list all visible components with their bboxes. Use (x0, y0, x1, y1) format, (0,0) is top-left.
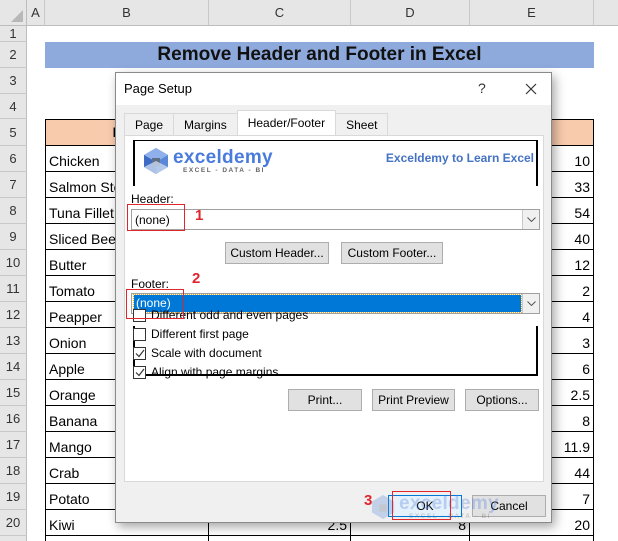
row-header-9[interactable]: 9 (0, 224, 27, 250)
option-checkbox-4[interactable]: Align with page margins (133, 364, 278, 380)
help-button[interactable]: ? (478, 80, 486, 96)
annotation-number-3: 3 (364, 492, 373, 509)
empty-cell[interactable] (470, 536, 594, 541)
exceldemy-logo-icon (144, 148, 168, 174)
tab-page[interactable]: Page (124, 113, 175, 135)
footer-dropdown-arrow[interactable] (522, 294, 539, 313)
option-checkbox-2[interactable]: Different first page (133, 326, 249, 342)
dialog-titlebar[interactable]: Page Setup ? (116, 73, 551, 105)
tab-sheet[interactable]: Sheet (335, 113, 389, 135)
option-label: Scale with document (151, 346, 262, 360)
row-header-6[interactable]: 6 (0, 146, 27, 172)
row-header-20[interactable]: 20 (0, 510, 27, 536)
row-header-11[interactable]: 11 (0, 276, 27, 302)
chevron-down-icon (526, 301, 536, 306)
sheet-title: Remove Header and Footer in Excel (45, 42, 594, 68)
column-header-f[interactable] (594, 0, 618, 26)
checkbox-unchecked-icon[interactable] (133, 327, 146, 341)
row-header-13[interactable]: 13 (0, 328, 27, 354)
logo-main-text: exceldemy (173, 146, 273, 168)
header-right-text: Exceldemy to Learn Excel (385, 151, 534, 165)
row-header-3[interactable]: 3 (0, 68, 27, 94)
row-header-15[interactable]: 15 (0, 380, 27, 406)
chevron-down-icon (526, 217, 536, 222)
exceldemy-logo: exceldemy EXCEL - DATA - BI (143, 147, 273, 175)
column-header-d[interactable]: D (351, 0, 470, 26)
row-header-7[interactable]: 7 (0, 172, 27, 198)
print-preview-button[interactable]: Print Preview (372, 389, 455, 411)
option-label: Align with page margins (151, 365, 279, 379)
empty-cell[interactable] (45, 536, 209, 541)
option-label: Different first page (151, 327, 249, 341)
checkbox-checked-icon[interactable] (133, 346, 146, 360)
annotation-number-1: 1 (195, 207, 204, 224)
header-preview: exceldemy EXCEL - DATA - BI Exceldemy to… (133, 140, 538, 186)
close-icon (525, 83, 537, 95)
header-dropdown-arrow[interactable] (522, 210, 539, 229)
column-header-e[interactable]: E (470, 0, 594, 26)
row-header-21[interactable] (0, 536, 27, 541)
dialog-title: Page Setup (124, 81, 192, 96)
tab-bar: Page Margins Header/Footer Sheet (124, 110, 389, 135)
custom-footer-button[interactable]: Custom Footer... (341, 242, 443, 264)
tab-header-footer[interactable]: Header/Footer (236, 110, 337, 135)
row-header-14[interactable]: 14 (0, 354, 27, 380)
select-all-corner[interactable] (0, 0, 27, 26)
checkbox-checked-icon[interactable] (133, 365, 146, 379)
row-header-1[interactable]: 1 (0, 26, 27, 42)
option-checkbox-3[interactable]: Scale with document (133, 345, 262, 361)
column-header-a[interactable]: A (27, 0, 45, 26)
column-header-c[interactable]: C (209, 0, 351, 26)
header-dropdown[interactable]: (none) (131, 209, 540, 230)
annotation-number-2: 2 (192, 270, 201, 287)
row-header-19[interactable]: 19 (0, 484, 27, 510)
tab-margins[interactable]: Margins (173, 113, 238, 135)
cell-d21[interactable] (351, 536, 470, 541)
row-header-18[interactable]: 18 (0, 458, 27, 484)
row-header-10[interactable]: 10 (0, 250, 27, 276)
row-header-5[interactable]: 5 (0, 119, 27, 146)
annotation-box-footer (126, 289, 184, 319)
logo-sub-text: EXCEL - DATA - BI (183, 166, 265, 174)
options-button[interactable]: Options... (465, 389, 539, 411)
custom-header-button[interactable]: Custom Header... (225, 242, 329, 264)
row-header-2[interactable]: 2 (0, 42, 27, 68)
annotation-box-header (127, 204, 185, 231)
row-header-16[interactable]: 16 (0, 406, 27, 432)
annotation-box-ok (392, 491, 451, 520)
row-header-12[interactable]: 12 (0, 302, 27, 328)
header-footer-panel: exceldemy EXCEL - DATA - BI Exceldemy to… (124, 135, 544, 482)
row-header-4[interactable]: 4 (0, 94, 27, 119)
cell-c21[interactable] (209, 536, 351, 541)
close-button[interactable] (516, 75, 546, 103)
row-header-8[interactable]: 8 (0, 198, 27, 224)
row-header-17[interactable]: 17 (0, 432, 27, 458)
print-button[interactable]: Print... (288, 389, 362, 411)
column-header-b[interactable]: B (45, 0, 209, 26)
